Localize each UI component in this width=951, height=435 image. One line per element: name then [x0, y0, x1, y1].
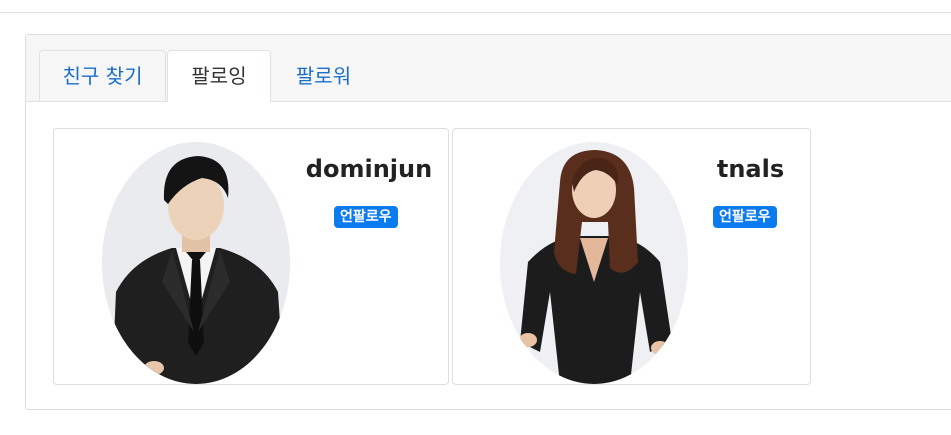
avatar [102, 142, 290, 384]
profile-photo [102, 142, 290, 384]
follow-panel: 친구 찾기 팔로잉 팔로워 dominjun 언팔로우 tnals 언팔로우 [25, 34, 951, 410]
user-card: tnals 언팔로우 [452, 128, 811, 385]
profile-photo [500, 142, 688, 384]
user-card: dominjun 언팔로우 [53, 128, 449, 385]
username: dominjun [305, 155, 433, 183]
top-divider [0, 12, 951, 13]
tab-followers[interactable]: 팔로워 [276, 50, 371, 102]
unfollow-button[interactable]: 언팔로우 [713, 206, 777, 228]
tab-bar: 친구 찾기 팔로잉 팔로워 [26, 35, 951, 102]
username: tnals [716, 155, 785, 183]
avatar [500, 142, 688, 384]
unfollow-button[interactable]: 언팔로우 [334, 206, 398, 228]
tab-following[interactable]: 팔로잉 [167, 50, 271, 102]
tab-find-friends[interactable]: 친구 찾기 [39, 50, 166, 102]
